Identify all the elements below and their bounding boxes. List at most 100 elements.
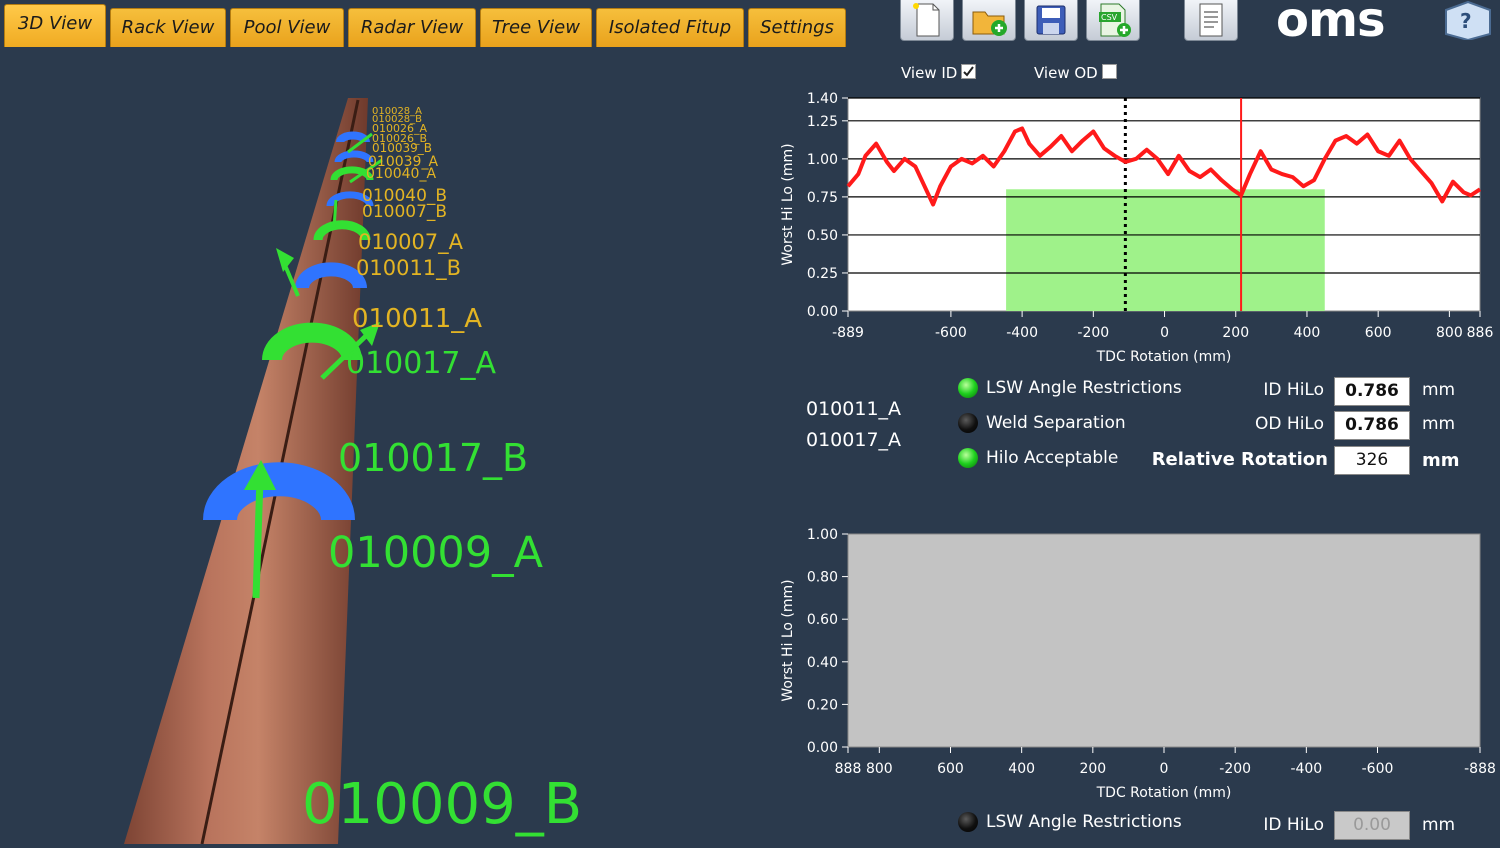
status-label: LSW Angle Restrictions <box>986 378 1182 398</box>
od-hilo-label: OD HiLo <box>1255 414 1324 434</box>
export-csv-button[interactable]: CSV <box>1086 0 1140 41</box>
y-tick-label: 0.20 <box>807 697 838 713</box>
pipe-label[interactable]: 010017_B <box>338 436 528 480</box>
bottom-chart-plot: 0.00 0.20 0.40 0.60 0.80 1.00 888 800 600 400 200 0… <box>780 527 1496 801</box>
pipe-label[interactable]: 010011_A <box>352 304 482 334</box>
tab-pool-view[interactable]: Pool View <box>230 8 344 47</box>
y-tick-label: 1.00 <box>807 152 838 168</box>
save-button[interactable] <box>1024 0 1078 41</box>
tab-tree-view[interactable]: Tree View <box>480 8 592 47</box>
pipe-label[interactable]: 010009_A <box>328 528 543 578</box>
x-tick-label: -888 <box>1464 761 1496 777</box>
top-toolbar: 3D View Rack View Pool View Radar View T… <box>0 0 1500 50</box>
x-tick-label: 400 <box>1008 761 1035 777</box>
x-tick-label: 400 <box>1294 325 1321 341</box>
od-hilo-value[interactable]: 0.786 <box>1334 411 1410 440</box>
status-led-off-icon <box>958 812 978 832</box>
y-tick-label: 0.75 <box>807 190 838 206</box>
tab-radar-view[interactable]: Radar View <box>348 8 476 47</box>
y-tick-label: 1.25 <box>807 114 838 130</box>
open-folder-button[interactable] <box>962 0 1016 41</box>
tab-settings[interactable]: Settings <box>748 8 846 47</box>
tab-rack-view[interactable]: Rack View <box>110 8 226 47</box>
id-hilo-value[interactable]: 0.786 <box>1334 377 1410 406</box>
pipe-label[interactable]: 010007_B <box>362 202 447 222</box>
svg-text:?: ? <box>1460 9 1472 33</box>
view-od-checkbox[interactable]: View OD <box>1034 64 1117 82</box>
x-tick-label: 800 <box>1436 325 1463 341</box>
x-tick-label: 886 <box>1467 325 1494 341</box>
tab-label: Radar View <box>360 17 464 38</box>
y-tick-label: 0.40 <box>807 655 838 671</box>
tab-isolated-fitup[interactable]: Isolated Fitup <box>596 8 744 47</box>
pipe-label[interactable]: 010017_A <box>346 346 496 381</box>
help-button[interactable]: ? <box>1442 0 1492 42</box>
bottom-hilo-chart: 0.00 0.20 0.40 0.60 0.80 1.00 888 800 600 400 200 0… <box>780 527 1496 801</box>
top-hilo-chart: 0.00 0.25 0.50 0.75 1.00 1.25 1.40 -889 -600 -400… <box>780 91 1494 365</box>
bottom-id-hilo-label: ID HiLo <box>1263 815 1324 835</box>
y-tick-label: 0.50 <box>807 228 838 244</box>
y-tick-label: 0.60 <box>807 612 838 628</box>
id-hilo-unit: mm <box>1422 380 1456 400</box>
y-tick-label: 0.25 <box>807 266 838 282</box>
weld-pair-first: 010011_A <box>806 398 902 420</box>
acceptable-band <box>1006 189 1325 311</box>
bottom-id-hilo-unit: mm <box>1422 815 1456 835</box>
relative-rotation-value[interactable]: 326 <box>1334 446 1410 475</box>
x-tick-label: 888 <box>835 761 862 777</box>
pipe-label[interactable]: 010007_A <box>358 230 463 254</box>
status-label: Hilo Acceptable <box>986 448 1119 468</box>
view-id-checkbox[interactable]: View ID <box>901 64 977 82</box>
pipe-label[interactable]: 010011_B <box>356 256 461 280</box>
x-tick-label: 0 <box>1160 325 1169 341</box>
pipe-3d-view[interactable]: 010028_A 010028_B 010026_A 010026_B 0100… <box>0 50 780 845</box>
status-weld-separation: Weld Separation <box>958 413 1126 433</box>
pipe-label[interactable]: 010039_B <box>372 141 432 155</box>
bottom-id-hilo-value[interactable]: 0.00 <box>1334 811 1410 840</box>
tab-label: Rack View <box>121 17 215 38</box>
y-tick-label: 0.80 <box>807 570 838 586</box>
tab-3d-view[interactable]: 3D View <box>4 4 106 47</box>
view-id-label: View ID <box>901 64 958 82</box>
x-tick-label: 600 <box>937 761 964 777</box>
status-lsw-angle: LSW Angle Restrictions <box>958 378 1182 398</box>
x-tick-label: -200 <box>1219 761 1251 777</box>
x-tick-label: -400 <box>1290 761 1322 777</box>
view-od-label: View OD <box>1034 64 1098 82</box>
status-hilo-acceptable: Hilo Acceptable <box>958 448 1118 468</box>
status-led-green-icon <box>958 378 978 398</box>
pipe-label[interactable]: 010040_A <box>366 166 436 182</box>
svg-text:CSV: CSV <box>1101 13 1118 22</box>
csv-export-icon: CSV <box>1099 3 1131 37</box>
y-tick-label: 0.00 <box>807 740 838 756</box>
od-hilo-unit: mm <box>1422 414 1456 434</box>
plot-area <box>847 533 1481 748</box>
x-tick-label: -600 <box>1362 761 1394 777</box>
status-led-green-icon <box>958 448 978 468</box>
new-document-icon <box>913 3 940 37</box>
y-axis-label: Worst Hi Lo (mm) <box>780 143 796 265</box>
x-tick-label: 200 <box>1222 325 1249 341</box>
x-tick-label: -200 <box>1077 325 1109 341</box>
pipe-label[interactable]: 010009_B <box>302 772 582 837</box>
help-book-icon: ? <box>1445 0 1491 42</box>
checkbox-checked-icon[interactable] <box>961 64 977 79</box>
relative-rotation-label: Relative Rotation <box>1151 449 1328 470</box>
y-tick-label: 1.40 <box>807 91 838 107</box>
x-axis-label: TDC Rotation (mm) <box>1096 785 1232 801</box>
checkbox-unchecked-icon[interactable] <box>1101 64 1117 79</box>
y-tick-label: 1.00 <box>807 527 838 543</box>
tab-label: Pool View <box>243 17 331 38</box>
tab-label: Tree View <box>492 17 580 38</box>
relative-rotation-unit: mm <box>1422 450 1460 471</box>
tab-label: Settings <box>760 17 834 38</box>
save-disk-icon <box>1036 5 1066 35</box>
status-led-off-icon <box>958 413 978 433</box>
tab-label: 3D View <box>17 13 93 34</box>
report-clipboard-icon <box>1199 3 1223 37</box>
open-folder-icon <box>972 11 1007 36</box>
x-tick-label: -889 <box>832 325 864 341</box>
report-button[interactable] <box>1184 0 1238 41</box>
new-document-button[interactable] <box>900 0 954 41</box>
x-tick-label: 600 <box>1365 325 1392 341</box>
